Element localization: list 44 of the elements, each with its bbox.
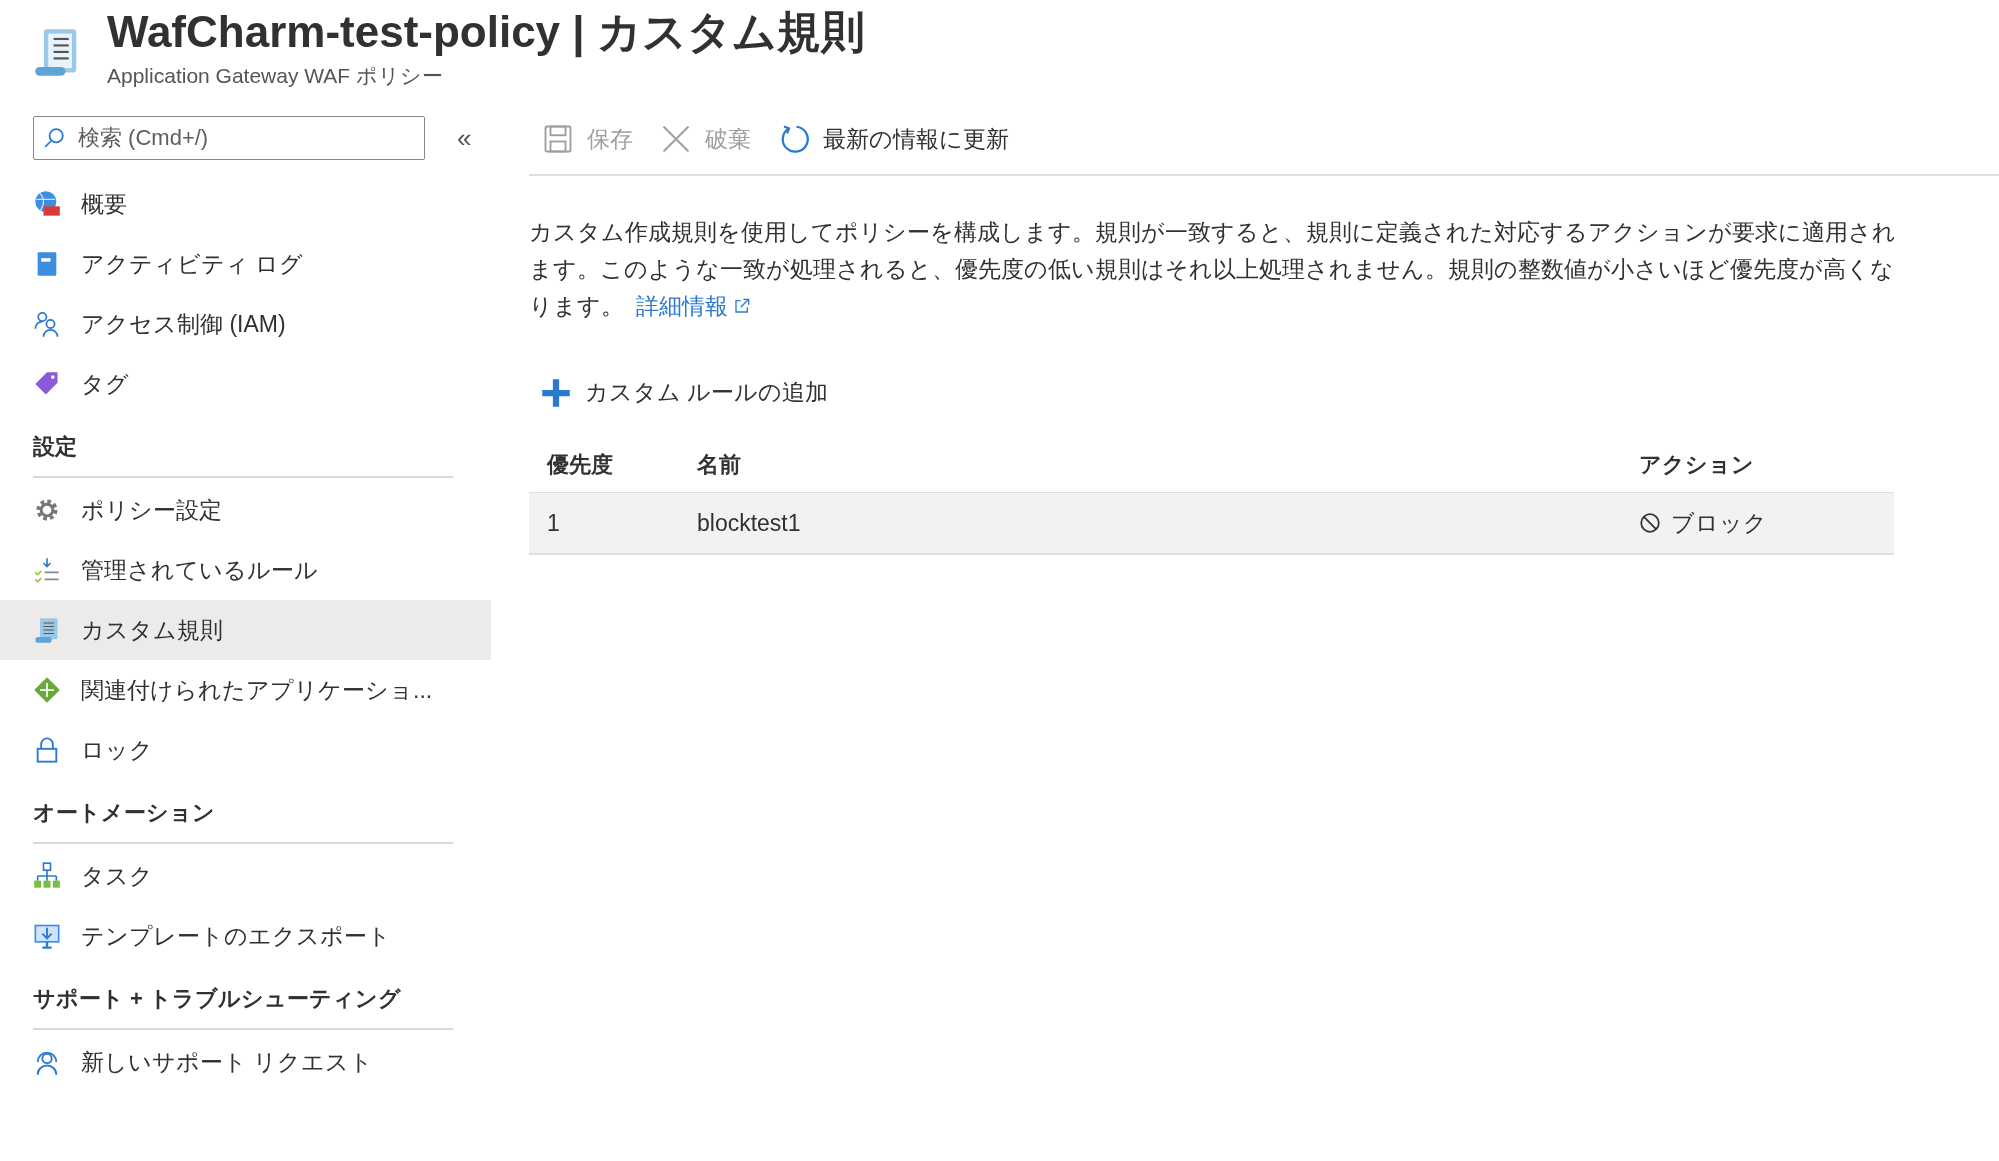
plus-icon — [541, 377, 571, 408]
table-cell-text: 1 — [546, 509, 561, 537]
page-subtitle: Application Gateway WAF ポリシー — [107, 63, 444, 89]
refresh-button[interactable]: 最新の情報に更新 — [779, 123, 1009, 155]
page-title: WafCharm-test-policy | カスタム規則 — [107, 6, 865, 60]
hierarchy-icon — [33, 862, 61, 890]
save-icon — [543, 124, 573, 154]
search-icon — [43, 127, 65, 149]
sidebar-item[interactable]: カスタム規則 — [0, 600, 491, 660]
diamond-icon — [33, 676, 61, 704]
external-link-icon — [734, 298, 751, 314]
sidebar-item[interactable]: テンプレートのエクスポート — [0, 906, 491, 966]
close-icon — [661, 124, 691, 154]
checklist-icon — [33, 556, 61, 584]
scroll-icon — [33, 616, 61, 644]
description-text: カスタム作成規則を使用してポリシーを構成します。規則が一致すると、規則に定義された対応するアクションが要求に適用されます。このような一致が処理されると、優先度の低い規則はそれ以上処理されません。規則の整数値が小さいほど優先度が高くなります。 詳細情報 — [529, 219, 1897, 321]
sidebar-item[interactable]: タグ — [0, 354, 491, 414]
column-header: 名前 — [697, 451, 742, 479]
sidebar-item[interactable]: アクティビティ ログ — [0, 234, 491, 294]
search-field[interactable]: 検索 (Cmd+/) — [33, 116, 425, 160]
sidebar-item[interactable]: 関連付けられたアプリケーショ... — [0, 660, 491, 720]
section-heading: サポート + トラブルシューティング — [33, 984, 453, 1030]
sidebar-item[interactable]: ポリシー設定 — [0, 480, 491, 540]
sidebar-item[interactable]: 新しいサポート リクエスト — [0, 1032, 491, 1092]
learn-more-link[interactable]: 詳細情報 — [636, 294, 751, 319]
column-header: アクション — [1639, 451, 1755, 479]
sidebar-item[interactable]: 概要 — [0, 174, 491, 234]
sidebar-item[interactable]: タスク — [0, 846, 491, 906]
download-monitor-icon — [33, 922, 61, 950]
table-cell-text: ブロック — [1671, 508, 1767, 538]
collapse-button[interactable]: « — [453, 122, 476, 154]
globe-icon — [33, 190, 61, 218]
table-row[interactable]: 1 blocktest1 ブロック — [529, 493, 1894, 555]
section-heading: 設定 — [33, 432, 453, 478]
people-icon — [33, 310, 61, 338]
sidebar-item[interactable]: ロック — [0, 720, 491, 780]
add-custom-rule-button[interactable]: カスタム ルールの追加 — [541, 377, 829, 408]
sidebar-item[interactable]: アクセス制御 (IAM) — [0, 294, 491, 354]
section-heading: オートメーション — [33, 798, 453, 844]
blocked-icon — [1639, 512, 1661, 534]
table-cell-text: blocktest1 — [697, 509, 802, 537]
sidebar-item[interactable]: 管理されているルール — [0, 540, 491, 600]
refresh-icon — [779, 124, 809, 154]
column-header: 優先度 — [545, 451, 614, 479]
